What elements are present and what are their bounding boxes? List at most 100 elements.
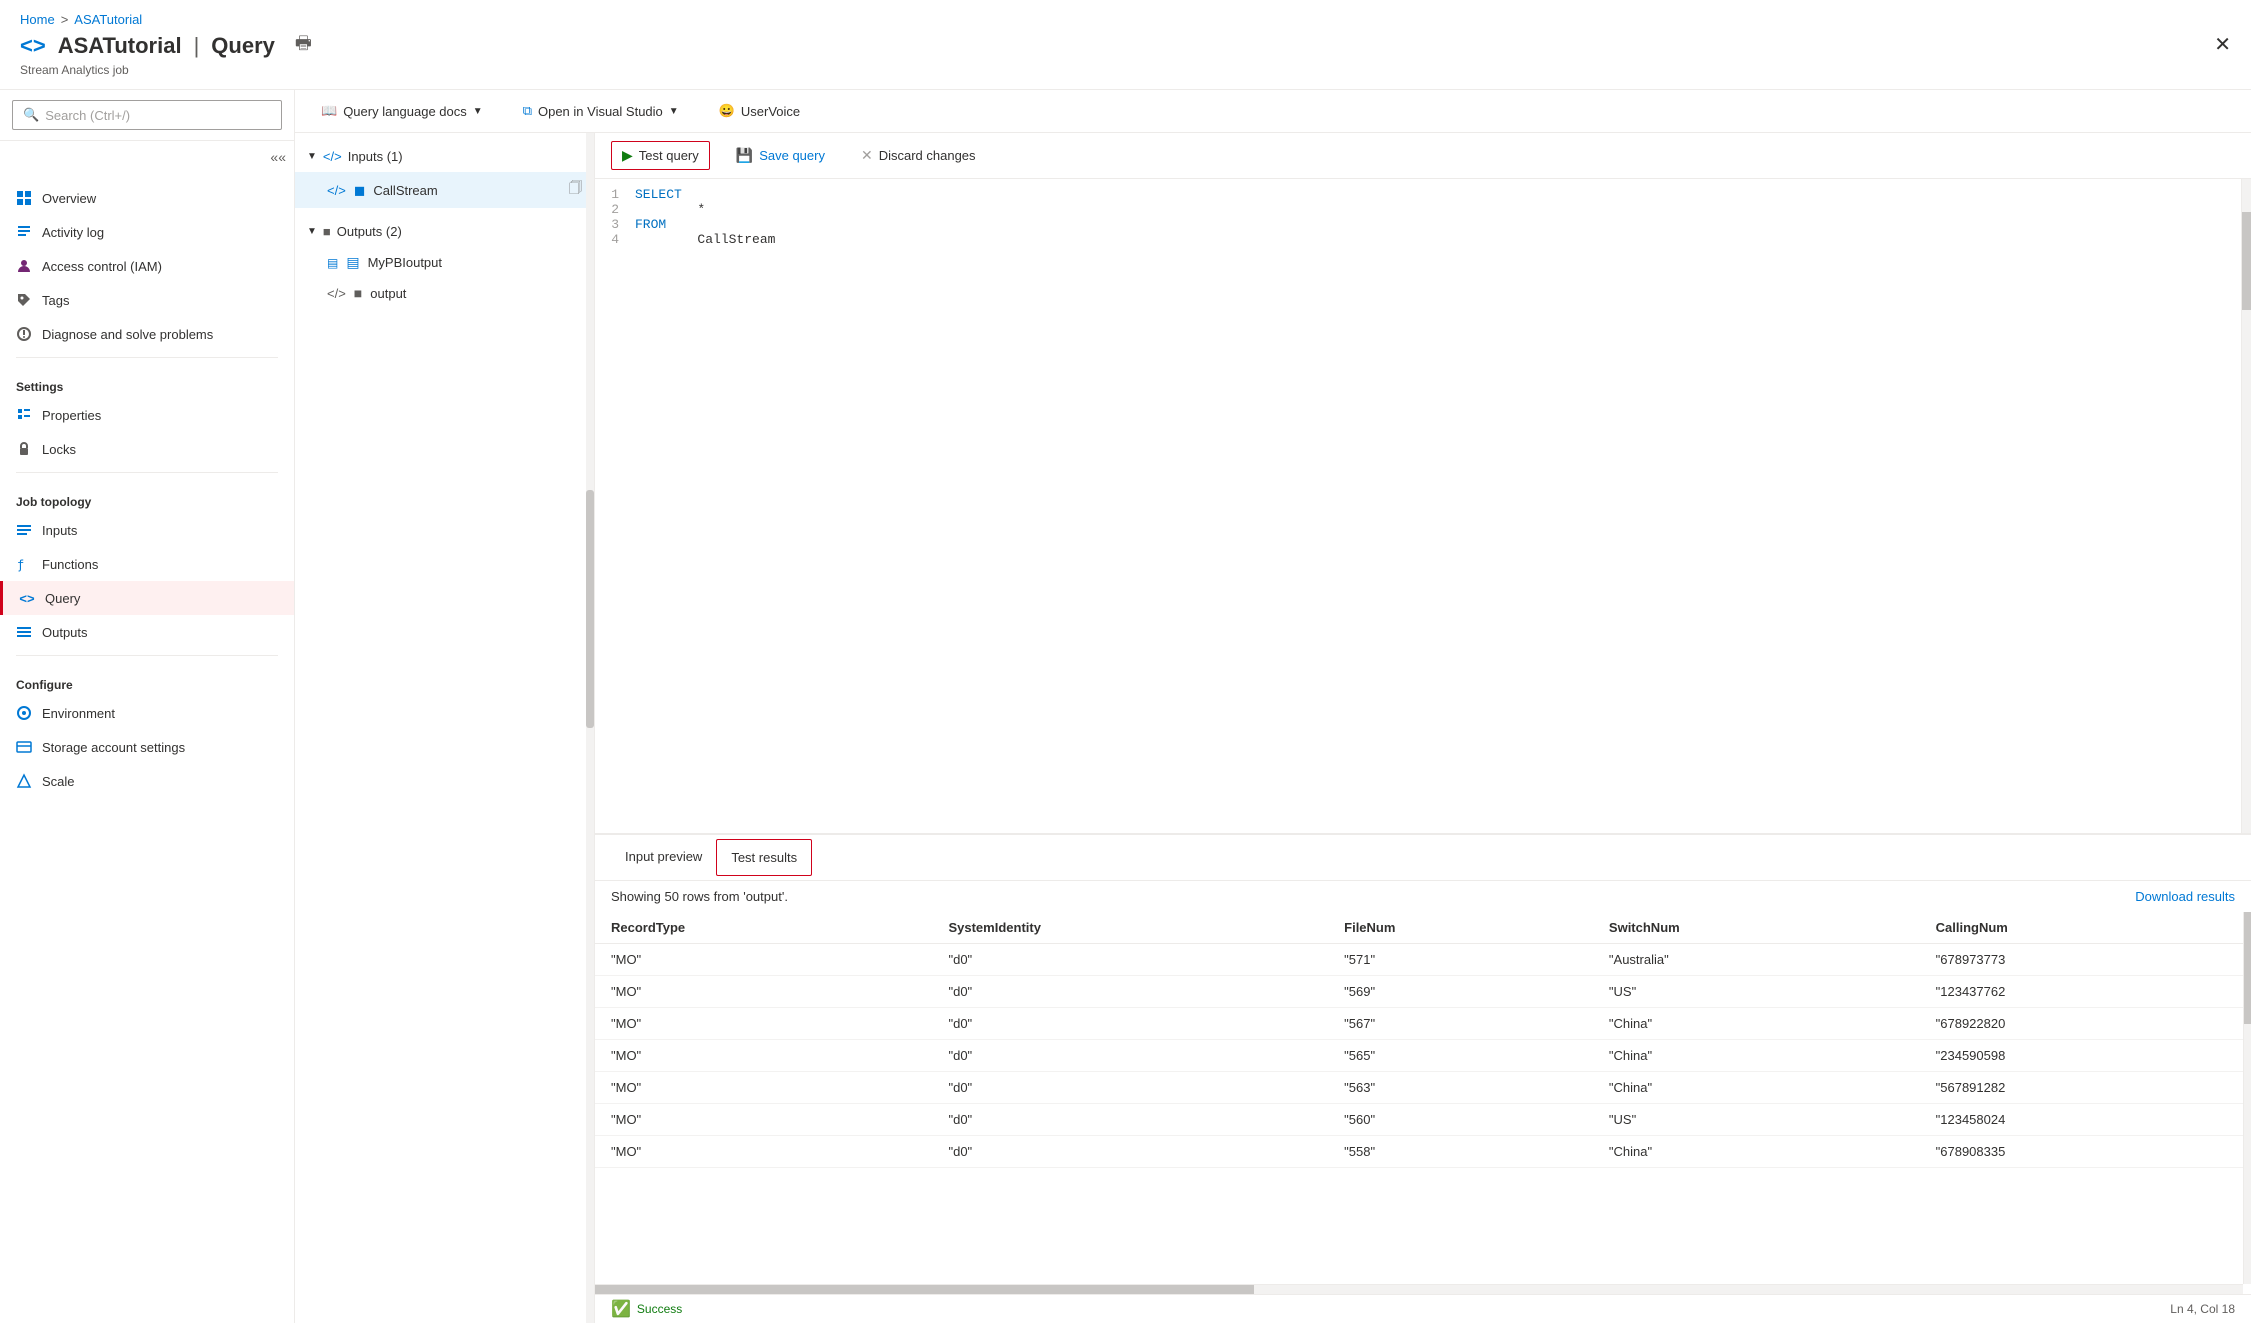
page-subtitle: Stream Analytics job: [20, 63, 2214, 77]
properties-icon: [16, 407, 32, 423]
discard-changes-button[interactable]: ✕ Discard changes: [851, 142, 986, 169]
table-row: "MO""d0""558""China""678908335: [595, 1136, 2251, 1168]
play-icon: ▶: [622, 147, 633, 164]
table-row: "MO""d0""565""China""234590598: [595, 1040, 2251, 1072]
close-button[interactable]: ✕: [2214, 32, 2231, 57]
sidebar-item-label-scale: Scale: [42, 774, 75, 789]
sidebar-item-properties[interactable]: Properties: [0, 398, 294, 432]
code-editor[interactable]: 1 SELECT 2 * 3 FROM 4: [595, 179, 2251, 834]
action-bar: ▶ Test query 💾 Save query ✕ Discard chan…: [595, 133, 2251, 179]
sidebar-item-overview[interactable]: Overview: [0, 181, 294, 215]
svg-text:ƒ: ƒ: [17, 558, 24, 572]
sidebar-item-label-activity: Activity log: [42, 225, 104, 240]
diagnose-icon: [16, 326, 32, 342]
query-icon: <>: [19, 590, 35, 606]
tab-input-preview[interactable]: Input preview: [611, 839, 716, 876]
results-h-scrollbar[interactable]: [595, 1284, 2243, 1294]
line-num-1: 1: [595, 187, 635, 202]
io-item-mypbioutput[interactable]: ▤ ▤ MyPBIoutput: [295, 247, 594, 278]
table-cell: "234590598: [1920, 1040, 2251, 1072]
sidebar-item-outputs[interactable]: Outputs: [0, 615, 294, 649]
main-layout: 🔍 Search (Ctrl+/) «« Overview: [0, 90, 2251, 1323]
breadcrumb-sep: >: [61, 12, 69, 27]
toolbar: 📖 Query language docs ▼ ⧉ Open in Visual…: [295, 90, 2251, 133]
save-query-button[interactable]: 💾 Save query: [726, 142, 835, 169]
sidebar-collapse-button[interactable]: ««: [262, 141, 294, 173]
table-cell: "d0": [932, 1104, 1328, 1136]
query-docs-button[interactable]: 📖 Query language docs ▼: [311, 98, 493, 124]
settings-section-label: Settings: [0, 364, 294, 398]
col-header-recordtype: RecordType: [595, 912, 932, 944]
col-header-filenum: FileNum: [1328, 912, 1593, 944]
table-cell: "123458024: [1920, 1104, 2251, 1136]
inputs-section-icon: </>: [323, 149, 342, 164]
uservoice-button[interactable]: 😀 UserVoice: [709, 98, 810, 124]
outputs-section-header[interactable]: ▼ ■ Outputs (2): [295, 216, 594, 247]
code-editor-scrollbar[interactable]: [2241, 179, 2251, 833]
save-query-label: Save query: [759, 148, 825, 163]
io-item-output[interactable]: </> ■ output: [295, 278, 594, 308]
test-query-button[interactable]: ▶ Test query: [611, 141, 710, 170]
sidebar-item-label-functions: Functions: [42, 557, 98, 572]
tab-test-results[interactable]: Test results: [716, 839, 812, 876]
line-content-4: CallStream: [635, 232, 2251, 247]
table-cell: "560": [1328, 1104, 1593, 1136]
overview-icon: [16, 190, 32, 206]
table-cell: "US": [1593, 1104, 1920, 1136]
table-cell: "MO": [595, 1040, 932, 1072]
environment-icon: [16, 705, 32, 721]
results-showing-text: Showing 50 rows from 'output'.: [611, 889, 788, 904]
download-results-link[interactable]: Download results: [2135, 889, 2235, 904]
col-header-systemidentity: SystemIdentity: [932, 912, 1328, 944]
sidebar-item-label-overview: Overview: [42, 191, 96, 206]
sidebar-item-functions[interactable]: ƒ Functions: [0, 547, 294, 581]
table-cell: "678973773: [1920, 944, 2251, 976]
sidebar-item-storage[interactable]: Storage account settings: [0, 730, 294, 764]
sidebar-item-scale[interactable]: Scale: [0, 764, 294, 798]
results-v-scrollbar[interactable]: [2243, 912, 2251, 1284]
code-line-1: 1 SELECT: [595, 187, 2251, 202]
line-num-4: 4: [595, 232, 635, 247]
query-editor-area: ▶ Test query 💾 Save query ✕ Discard chan…: [595, 133, 2251, 1323]
status-success-text: Success: [637, 1302, 682, 1316]
search-input-placeholder[interactable]: Search (Ctrl+/): [45, 108, 130, 123]
search-box[interactable]: 🔍 Search (Ctrl+/): [12, 100, 282, 130]
breadcrumb-home[interactable]: Home: [20, 12, 55, 27]
sidebar-item-iam[interactable]: Access control (IAM): [0, 249, 294, 283]
col-header-switchnum: SwitchNum: [1593, 912, 1920, 944]
sidebar-item-locks[interactable]: Locks: [0, 432, 294, 466]
sidebar-item-environment[interactable]: Environment: [0, 696, 294, 730]
output-label: output: [370, 286, 406, 301]
mypbi-chart-icon: ▤: [327, 256, 338, 270]
outputs-section-label: Outputs (2): [337, 224, 402, 239]
breadcrumb-current[interactable]: ASATutorial: [74, 12, 142, 27]
sidebar-item-query[interactable]: <> Query: [0, 581, 294, 615]
sidebar-item-activity-log[interactable]: Activity log: [0, 215, 294, 249]
inputs-section-header[interactable]: ▼ </> Inputs (1): [295, 141, 594, 172]
sidebar-item-inputs[interactable]: Inputs: [0, 513, 294, 547]
callstream-label: CallStream: [373, 183, 437, 198]
copy-icon[interactable]: 🗍: [569, 179, 582, 201]
page-title: <> ASATutorial | Query 🖶: [20, 31, 2214, 61]
configure-divider: [16, 655, 278, 656]
table-cell: "558": [1328, 1136, 1593, 1168]
sidebar-item-label-diagnose: Diagnose and solve problems: [42, 327, 213, 342]
sidebar-item-label-outputs: Outputs: [42, 625, 88, 640]
io-panel-scrollbar[interactable]: [586, 133, 594, 1323]
status-bar: ✅ Success Ln 4, Col 18: [595, 1294, 2251, 1323]
print-icon[interactable]: 🖶: [295, 31, 312, 61]
external-link-icon: ⧉: [523, 103, 532, 119]
query-docs-label: Query language docs: [343, 104, 467, 119]
table-cell: "d0": [932, 1072, 1328, 1104]
outputs-collapse-icon: ▼: [307, 226, 317, 237]
table-cell: "China": [1593, 1008, 1920, 1040]
job-topology-divider: [16, 472, 278, 473]
io-item-callstream[interactable]: </> ◼ CallStream 🗍: [295, 172, 594, 208]
open-vs-button[interactable]: ⧉ Open in Visual Studio ▼: [513, 98, 689, 124]
page-title-text: ASATutorial: [58, 33, 182, 59]
query-panel: ▼ </> Inputs (1) </> ◼ CallStream 🗍: [295, 133, 2251, 1323]
sidebar-item-diagnose[interactable]: Diagnose and solve problems: [0, 317, 294, 351]
sidebar-item-label-storage: Storage account settings: [42, 740, 185, 755]
code-line-4: 4 CallStream: [595, 232, 2251, 247]
sidebar-item-tags[interactable]: Tags: [0, 283, 294, 317]
